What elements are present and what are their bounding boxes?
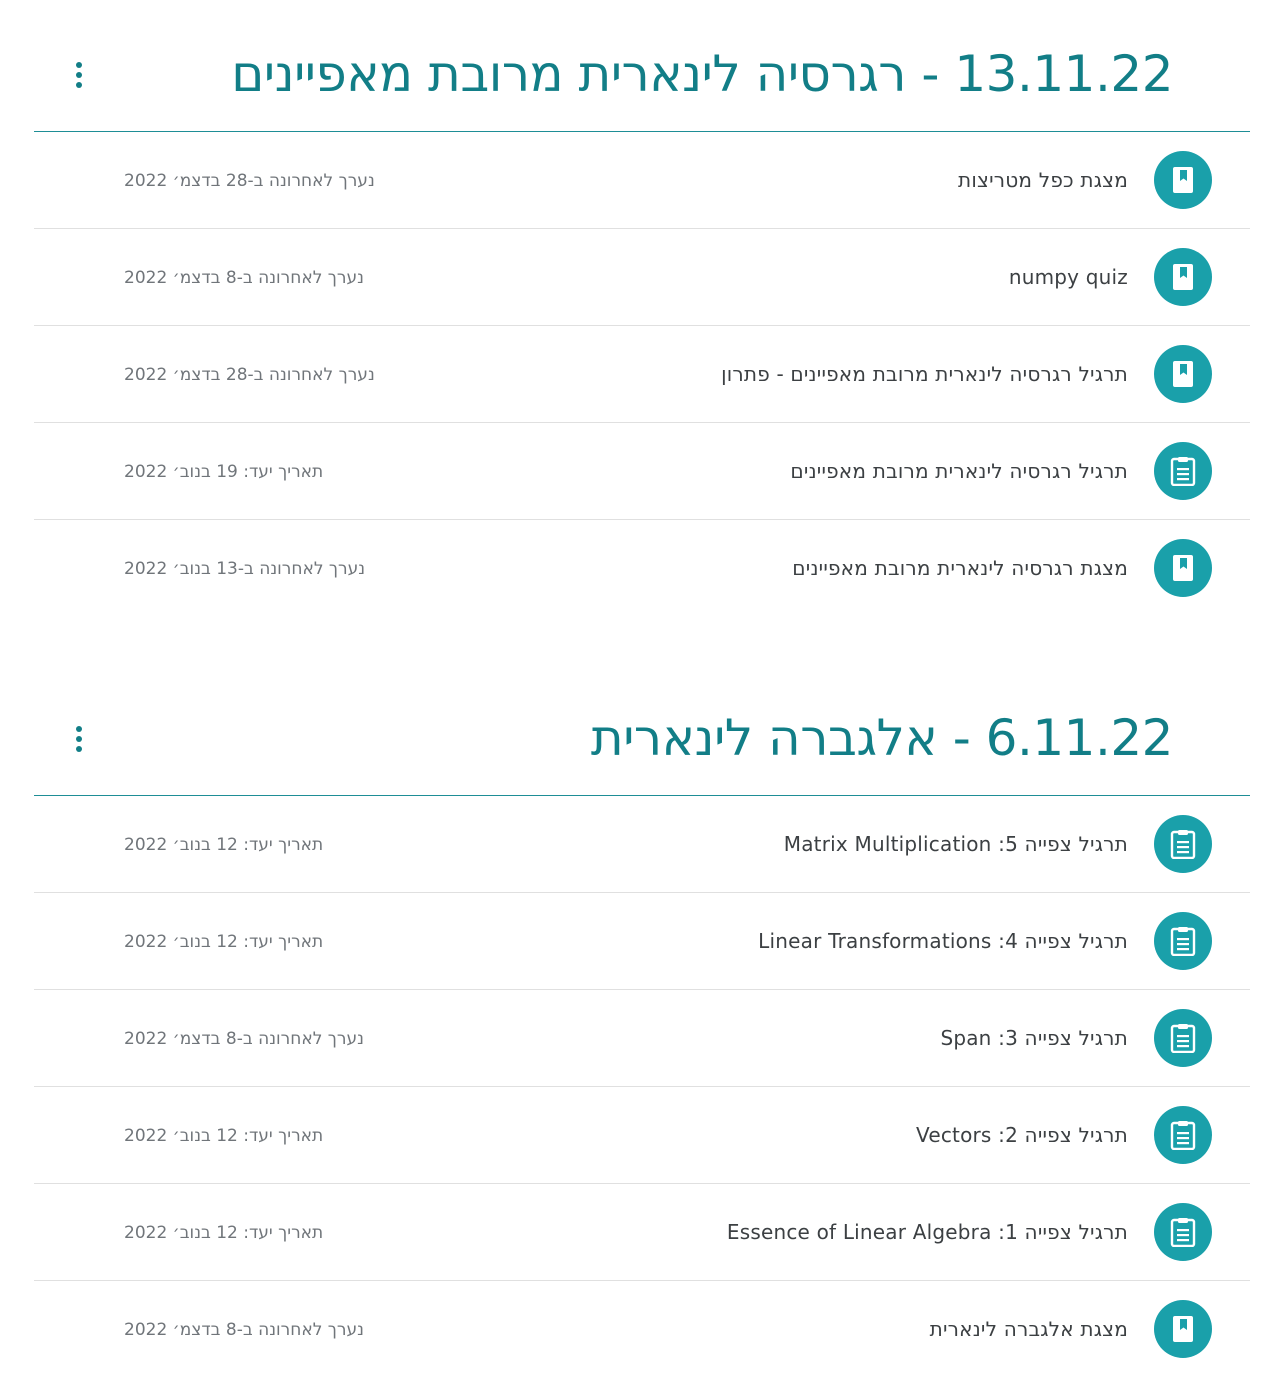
item-title: תרגיל צפייה 2: Vectors <box>916 1123 1128 1147</box>
item-title: תרגיל צפייה 4: Linear Transformations <box>758 929 1128 953</box>
item-meta: נערך לאחרונה ב-8 בדצמ׳ 2022 <box>124 268 364 288</box>
classwork-item[interactable]: numpy quiz נערך לאחרונה ב-8 בדצמ׳ 2022 <box>34 229 1250 326</box>
item-title: תרגיל רגרסיה לינארית מרובת מאפיינים <box>790 459 1128 483</box>
item-title: numpy quiz <box>1008 265 1128 289</box>
item-title: מצגת רגרסיה לינארית מרובת מאפיינים <box>792 556 1128 580</box>
book-icon <box>1154 1300 1212 1358</box>
assignment-icon <box>1154 1106 1212 1164</box>
item-title: תרגיל רגרסיה לינארית מרובת מאפיינים - פת… <box>721 362 1128 386</box>
assignment-icon <box>1154 912 1212 970</box>
book-icon <box>1154 151 1212 209</box>
item-meta: תאריך יעד: 19 בנוב׳ 2022 <box>124 462 324 482</box>
book-icon <box>1154 345 1212 403</box>
classwork-item[interactable]: מצגת אלגברה לינארית נערך לאחרונה ב-8 בדצ… <box>34 1281 1250 1378</box>
topic-title: 6.11.22 - אלגברה לינארית <box>590 709 1174 767</box>
classwork-item[interactable]: תרגיל רגרסיה לינארית מרובת מאפיינים - פת… <box>34 326 1250 423</box>
item-meta: נערך לאחרונה ב-8 בדצמ׳ 2022 <box>124 1029 364 1049</box>
classwork-item[interactable]: תרגיל צפייה 2: Vectors תאריך יעד: 12 בנו… <box>34 1087 1250 1184</box>
classwork-item[interactable]: תרגיל צפייה 4: Linear Transformations תא… <box>34 893 1250 990</box>
item-meta: נערך לאחרונה ב-8 בדצמ׳ 2022 <box>124 1320 364 1340</box>
item-title: תרגיל צפייה 5: Matrix Multiplication <box>783 832 1128 856</box>
item-meta: תאריך יעד: 12 בנוב׳ 2022 <box>124 1126 324 1146</box>
assignment-icon <box>1154 442 1212 500</box>
more-options-icon[interactable] <box>70 723 88 757</box>
more-options-icon[interactable] <box>70 59 88 93</box>
book-icon <box>1154 539 1212 597</box>
item-meta: נערך לאחרונה ב-28 בדצמ׳ 2022 <box>124 365 375 385</box>
assignment-icon <box>1154 815 1212 873</box>
item-title: תרגיל צפייה 3: Span <box>940 1026 1128 1050</box>
item-meta: תאריך יעד: 12 בנוב׳ 2022 <box>124 835 324 855</box>
topic-title: 13.11.22 - רגרסיה לינארית מרובת מאפיינים <box>231 45 1173 103</box>
classwork-item[interactable]: תרגיל רגרסיה לינארית מרובת מאפיינים תארי… <box>34 423 1250 520</box>
item-title: תרגיל צפייה 1: Essence of Linear Algebra <box>726 1220 1128 1244</box>
classwork-item[interactable]: תרגיל צפייה 1: Essence of Linear Algebra… <box>34 1184 1250 1281</box>
classwork-item[interactable]: תרגיל צפייה 5: Matrix Multiplication תאר… <box>34 796 1250 893</box>
assignment-icon <box>1154 1203 1212 1261</box>
item-meta: נערך לאחרונה ב-28 בדצמ׳ 2022 <box>124 171 375 191</box>
classwork-item[interactable]: מצגת כפל מטריצות נערך לאחרונה ב-28 בדצמ׳… <box>34 132 1250 229</box>
item-meta: תאריך יעד: 12 בנוב׳ 2022 <box>124 932 324 952</box>
classwork-item[interactable]: מצגת רגרסיה לינארית מרובת מאפיינים נערך … <box>34 520 1250 617</box>
topic-section: 6.11.22 - אלגברה לינארית תרגיל צפייה 5: … <box>34 664 1250 1378</box>
topic-section: 13.11.22 - רגרסיה לינארית מרובת מאפיינים… <box>34 0 1250 617</box>
topic-header: 13.11.22 - רגרסיה לינארית מרובת מאפיינים <box>34 0 1250 132</box>
classwork-item[interactable]: תרגיל צפייה 3: Span נערך לאחרונה ב-8 בדצ… <box>34 990 1250 1087</box>
book-icon <box>1154 248 1212 306</box>
item-title: מצגת כפל מטריצות <box>958 168 1128 192</box>
assignment-icon <box>1154 1009 1212 1067</box>
item-title: מצגת אלגברה לינארית <box>929 1317 1128 1341</box>
item-meta: תאריך יעד: 12 בנוב׳ 2022 <box>124 1223 324 1243</box>
item-meta: נערך לאחרונה ב-13 בנוב׳ 2022 <box>124 559 366 579</box>
topic-header: 6.11.22 - אלגברה לינארית <box>34 664 1250 796</box>
